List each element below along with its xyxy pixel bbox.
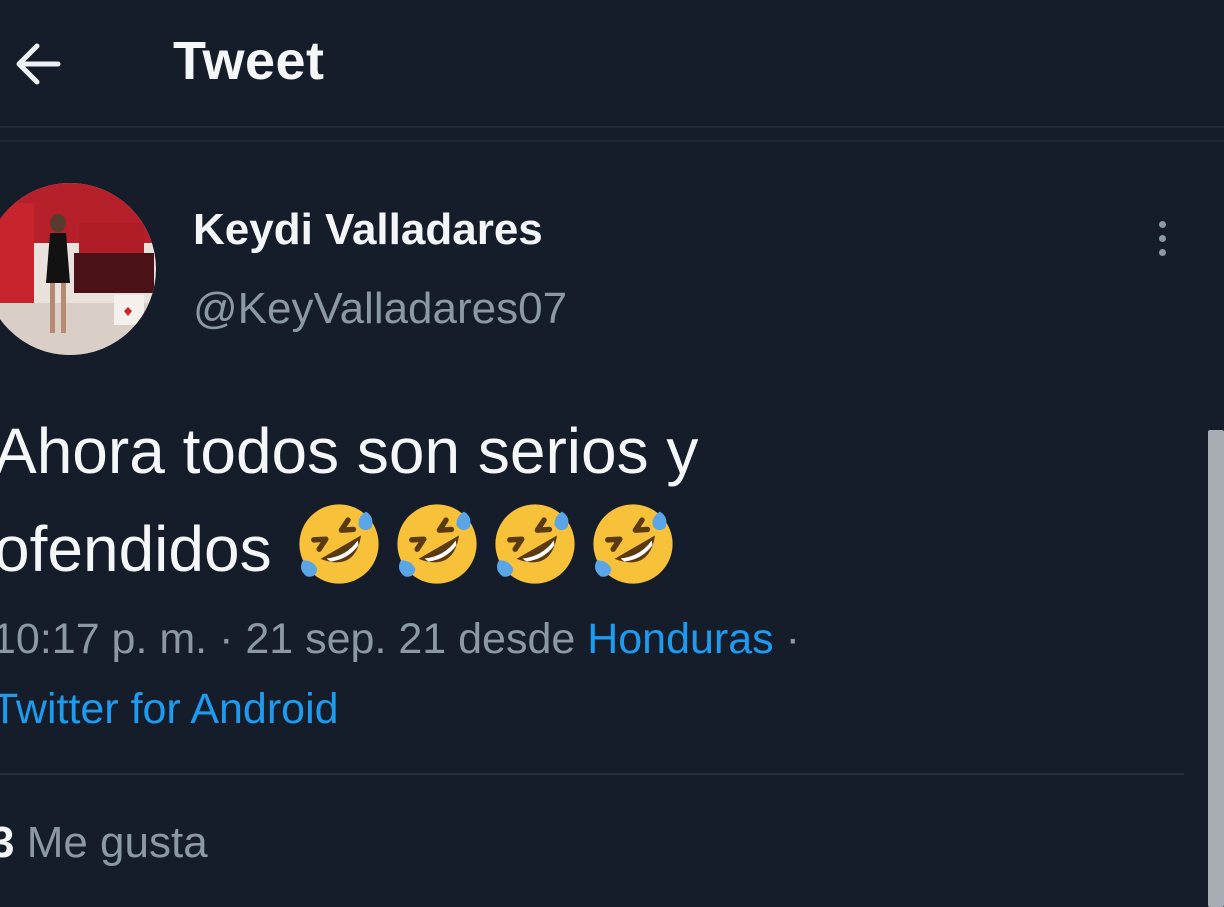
avatar-photo (0, 183, 156, 355)
back-button[interactable] (8, 34, 68, 94)
rolling-on-floor-laughing-icon (494, 504, 575, 584)
emoji-group (294, 499, 678, 589)
location-link[interactable]: Honduras (587, 615, 773, 663)
source-link[interactable]: Twitter for Android (0, 685, 339, 733)
tweet-text-line-1: Ahora todos son serios y (0, 415, 699, 487)
likes-count: 3 (0, 818, 15, 867)
timestamp: 10:17 p. m. · 21 sep. 21 desde (0, 615, 588, 663)
top-app-bar: Tweet (0, 0, 1224, 128)
rolling-on-floor-laughing-icon (592, 504, 673, 584)
scrollbar[interactable] (1208, 430, 1224, 907)
meta-separator: · (773, 615, 800, 663)
more-options-icon-dot (1158, 220, 1166, 228)
tweet-text-line-2: ofendidos (0, 500, 1094, 598)
tweet-screen: Tweet Keydi Valladares @KeyValladares07 … (0, 0, 1224, 907)
likes-stat[interactable]: 3 Me gusta (0, 818, 208, 868)
divider (0, 140, 1224, 142)
author-handle[interactable]: @KeyValladares07 (193, 284, 567, 334)
more-options-button[interactable] (1140, 210, 1184, 266)
page-title: Tweet (173, 31, 325, 91)
tweet-text-line-2-text: ofendidos (0, 513, 272, 585)
more-options-icon-dot (1158, 248, 1166, 256)
likes-label: Me gusta (14, 818, 208, 867)
rolling-on-floor-laughing-icon (396, 504, 477, 584)
avatar[interactable] (0, 183, 156, 355)
tweet-metadata: 10:17 p. m. · 21 sep. 21 desde Honduras … (0, 604, 1092, 744)
stats-divider (0, 773, 1184, 775)
more-options-icon-dot (1158, 234, 1166, 242)
author-name[interactable]: Keydi Valladares (193, 205, 543, 255)
tweet-text: Ahora todos son serios y ofendidos (0, 402, 1094, 598)
arrow-left-icon (16, 43, 61, 85)
rolling-on-floor-laughing-icon (298, 504, 379, 584)
